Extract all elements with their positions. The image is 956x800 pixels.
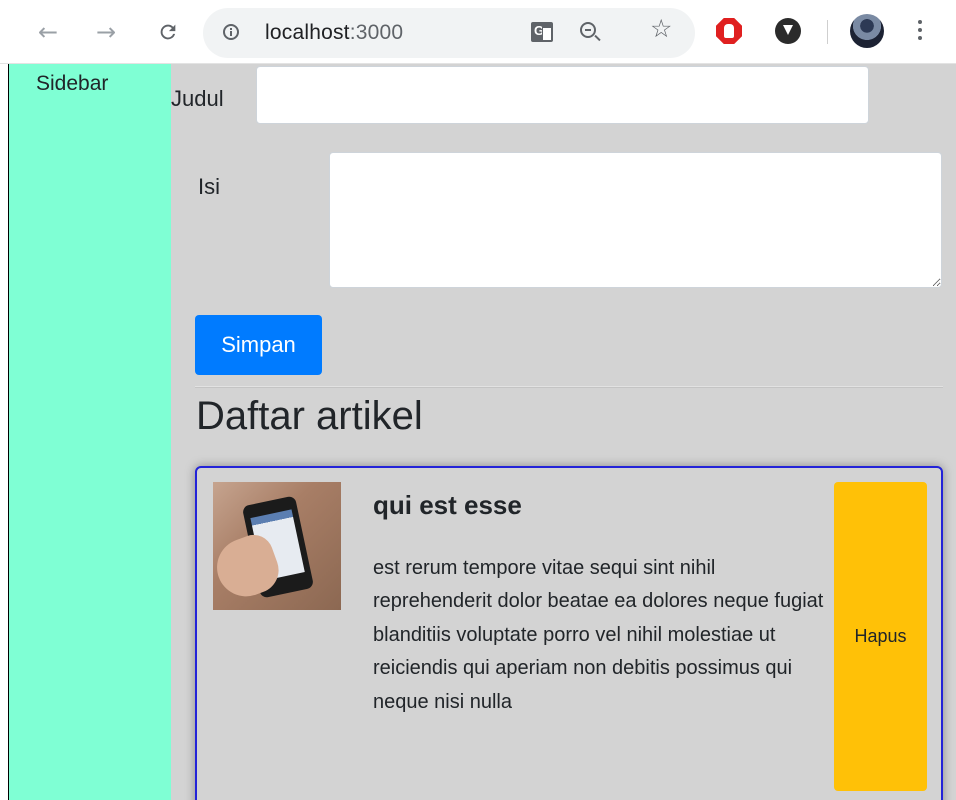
- article-card: qui est esse est rerum tempore vitae seq…: [195, 466, 943, 800]
- url-host: localhost: [265, 21, 350, 44]
- window-edge: [0, 64, 9, 800]
- article-list-heading: Daftar artikel: [196, 394, 423, 438]
- info-icon[interactable]: [223, 24, 239, 40]
- url-text[interactable]: localhost:3000: [265, 21, 403, 45]
- address-bar[interactable]: localhost:3000 ☆: [203, 8, 695, 58]
- toolbar-divider: [827, 20, 828, 44]
- menu-dot: [918, 36, 922, 40]
- reload-icon[interactable]: [154, 18, 182, 46]
- translate-icon[interactable]: [531, 22, 553, 42]
- download-extension-icon[interactable]: [775, 18, 801, 44]
- adblock-extension-icon[interactable]: [716, 18, 742, 44]
- profile-avatar[interactable]: [850, 14, 884, 48]
- sidebar-title: Sidebar: [36, 72, 109, 95]
- article-title: qui est esse: [373, 490, 522, 520]
- browser-toolbar: ← → localhost:3000 ☆: [0, 0, 956, 64]
- menu-dot: [918, 28, 922, 32]
- delete-button[interactable]: Hapus: [834, 482, 927, 791]
- sidebar: Sidebar: [9, 64, 171, 800]
- zoom-out-icon[interactable]: [580, 22, 596, 38]
- star-icon[interactable]: ☆: [650, 16, 672, 41]
- main-content: Judul Isi Simpan Daftar artikel qui est …: [171, 64, 956, 800]
- title-input[interactable]: [256, 66, 869, 124]
- more-menu-icon[interactable]: [918, 20, 922, 42]
- page-viewport: Sidebar Judul Isi Simpan Daftar artikel …: [0, 64, 956, 800]
- url-port: :3000: [349, 21, 404, 44]
- forward-arrow-icon[interactable]: →: [92, 18, 120, 46]
- content-textarea[interactable]: [329, 152, 942, 288]
- article-thumbnail: [213, 482, 341, 610]
- back-arrow-icon[interactable]: ←: [34, 18, 62, 46]
- divider: [195, 386, 943, 388]
- article-body: est rerum tempore vitae sequi sint nihil…: [373, 557, 824, 713]
- save-button[interactable]: Simpan: [195, 315, 322, 375]
- title-label: Judul: [171, 86, 224, 111]
- menu-dot: [918, 20, 922, 24]
- content-label: Isi: [198, 174, 220, 199]
- reload-icon-svg: [160, 24, 176, 40]
